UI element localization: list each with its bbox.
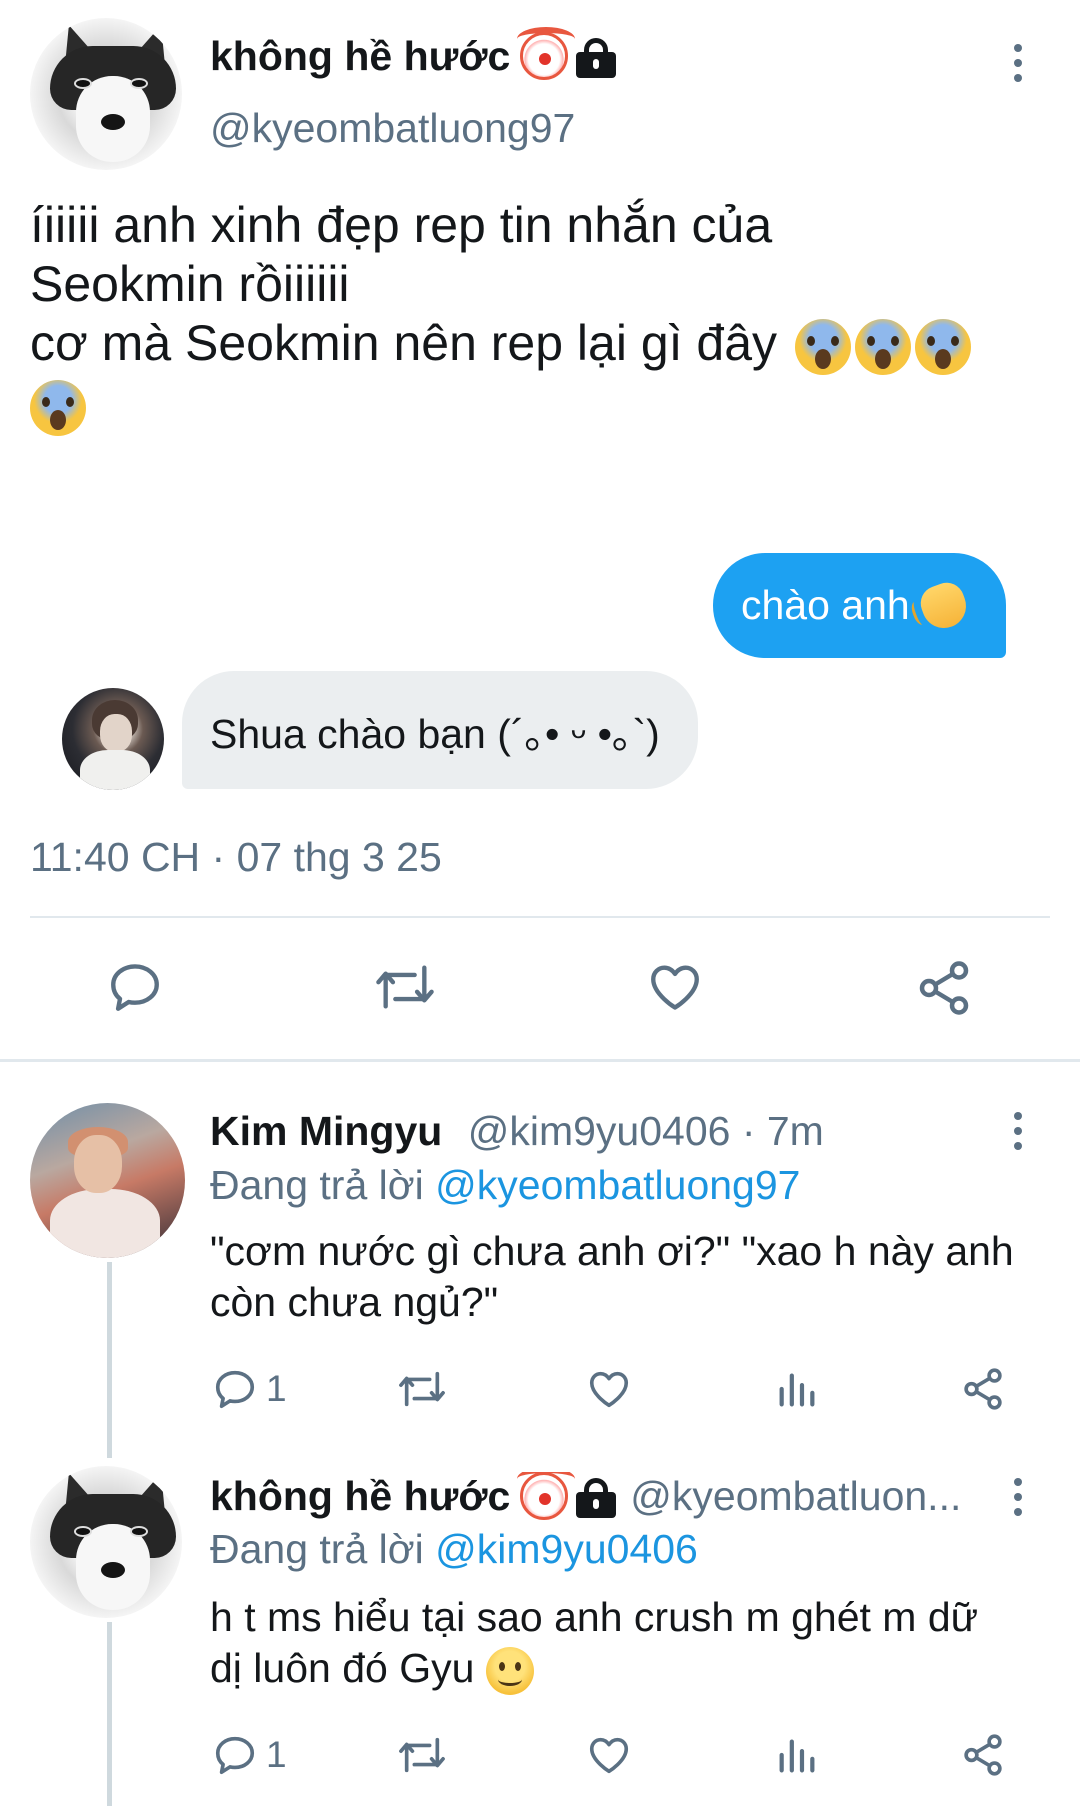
reply-text-line: "cơm nước gì chưa anh ơi?" "xao h này an… <box>210 1228 1014 1274</box>
avatar-eye <box>74 78 92 89</box>
replying-to-prefix: Đang trả lời <box>210 1162 424 1208</box>
avatar-nose <box>101 114 125 130</box>
reply-text-segment: dị luôn đó Gyu <box>210 1645 475 1691</box>
reply-text-line: còn chưa ngủ?" <box>210 1279 499 1325</box>
avatar-eye <box>130 1526 148 1537</box>
outgoing-message-bubble: chào anh <box>713 553 1006 658</box>
reply-button[interactable]: 1 <box>212 1732 287 1778</box>
share-icon <box>964 1368 1002 1410</box>
reply-text: h t ms hiểu tại sao anh crush m ghét m d… <box>210 1592 1060 1696</box>
tweet-text-line <box>30 375 1070 436</box>
like-button[interactable] <box>586 1732 632 1778</box>
lock-icon <box>576 1478 617 1518</box>
reply-icon <box>215 1736 255 1775</box>
avatar-eye <box>74 1526 92 1537</box>
tweet-text-line: Seokmin rồiiiiii <box>30 256 350 312</box>
replying-to-line: Đang trả lời @kim9yu0406 <box>210 1526 698 1573</box>
author-avatar[interactable] <box>30 18 182 170</box>
reply-text-line: dị luôn đó Gyu <box>210 1643 1060 1696</box>
reply-header: không hề hước @kyeombatluon... <box>210 1472 990 1520</box>
reply-display-name[interactable]: không hề hước <box>210 1473 510 1520</box>
clown-face-emoji <box>517 1472 576 1520</box>
reply-button[interactable] <box>106 958 164 1016</box>
analytics-icon <box>779 1373 815 1407</box>
waving-hand-emoji <box>915 577 972 634</box>
reply-button[interactable]: 1 <box>212 1366 287 1412</box>
avatar-shirt <box>80 750 150 790</box>
reply-avatar[interactable] <box>30 1466 182 1618</box>
author-display-name[interactable]: không hề hước <box>210 33 510 80</box>
share-button[interactable] <box>960 1732 1006 1778</box>
clown-face-emoji <box>517 27 576 80</box>
more-options-icon[interactable] <box>1012 44 1024 82</box>
smiling-face-emoji <box>485 1647 534 1696</box>
retweet-icon <box>399 1737 445 1773</box>
screaming-face-emoji <box>914 318 971 375</box>
divider <box>30 916 1050 918</box>
author-name-row: không hề hước <box>210 27 617 82</box>
reply-text-line: h t ms hiểu tại sao anh crush m ghét m d… <box>210 1594 979 1640</box>
tweet-text: íiiiii anh xinh đẹp rep tin nhắn của Seo… <box>30 196 1070 436</box>
screaming-face-emoji <box>854 318 911 375</box>
reply-icon <box>111 964 159 1011</box>
retweet-button[interactable] <box>396 1732 448 1778</box>
replying-to-line: Đang trả lời @kyeombatluong97 <box>210 1162 800 1209</box>
reply-text: "cơm nước gì chưa anh ơi?" "xao h này an… <box>210 1226 1060 1328</box>
screaming-face-emoji <box>30 379 86 436</box>
tweet-text-segment: cơ mà Seokmin nên rep lại gì đây <box>30 315 778 371</box>
retweet-icon <box>376 965 434 1009</box>
tweet-text-line: íiiiii anh xinh đẹp rep tin nhắn của <box>30 197 773 253</box>
reply-display-name[interactable]: Kim Mingyu <box>210 1108 442 1154</box>
reply-count: 1 <box>266 1734 287 1775</box>
incoming-message-text: Shua chào bạn (´｡• ᵕ •｡`) <box>210 711 660 757</box>
share-icon <box>964 1734 1002 1776</box>
like-icon <box>589 1737 629 1774</box>
share-button[interactable] <box>914 958 974 1018</box>
more-options-icon[interactable] <box>1012 1112 1024 1150</box>
reply-count: 1 <box>266 1368 287 1409</box>
avatar-face <box>74 1135 122 1193</box>
avatar-eye <box>130 78 148 89</box>
outgoing-message-text: chào anh <box>741 582 910 628</box>
tweet-text-line: cơ mà Seokmin nên rep lại gì đây <box>30 314 1070 375</box>
thread-line <box>107 1622 112 1806</box>
replying-to-mention[interactable]: @kim9yu0406 <box>435 1526 698 1572</box>
reply-handle-time[interactable]: @kim9yu0406 · 7m <box>468 1108 824 1154</box>
incoming-message-bubble: Shua chào bạn (´｡• ᵕ •｡`) <box>182 671 698 789</box>
avatar-face <box>100 714 132 752</box>
replying-to-prefix: Đang trả lời <box>210 1526 424 1572</box>
like-button[interactable] <box>586 1366 632 1412</box>
chat-partner-avatar <box>62 688 164 790</box>
like-icon <box>651 965 699 1010</box>
reply-handle-time[interactable]: @kyeombatluon... <box>630 1473 961 1520</box>
analytics-button[interactable] <box>774 1732 820 1778</box>
reply-header: Kim Mingyu @kim9yu0406 · 7m <box>210 1108 824 1155</box>
thread-line <box>107 1262 112 1458</box>
analytics-button[interactable] <box>774 1366 820 1412</box>
screaming-face-emoji <box>794 318 851 375</box>
avatar-shirt <box>50 1189 160 1258</box>
lock-icon <box>576 38 617 78</box>
retweet-button[interactable] <box>372 958 438 1016</box>
section-divider <box>0 1059 1080 1062</box>
author-handle[interactable]: @kyeombatluong97 <box>210 105 575 152</box>
retweet-button[interactable] <box>396 1366 448 1412</box>
like-button[interactable] <box>646 958 704 1016</box>
share-button[interactable] <box>960 1366 1006 1412</box>
retweet-icon <box>399 1371 445 1407</box>
replying-to-mention[interactable]: @kyeombatluong97 <box>435 1162 800 1208</box>
share-icon <box>919 961 969 1015</box>
analytics-icon <box>779 1739 815 1773</box>
reply-avatar[interactable] <box>30 1103 185 1258</box>
avatar-nose <box>101 1562 125 1578</box>
reply-icon <box>215 1370 255 1409</box>
tweet-timestamp[interactable]: 11:40 CH · 07 thg 3 25 <box>30 834 442 881</box>
more-options-icon[interactable] <box>1012 1478 1024 1516</box>
like-icon <box>589 1371 629 1408</box>
